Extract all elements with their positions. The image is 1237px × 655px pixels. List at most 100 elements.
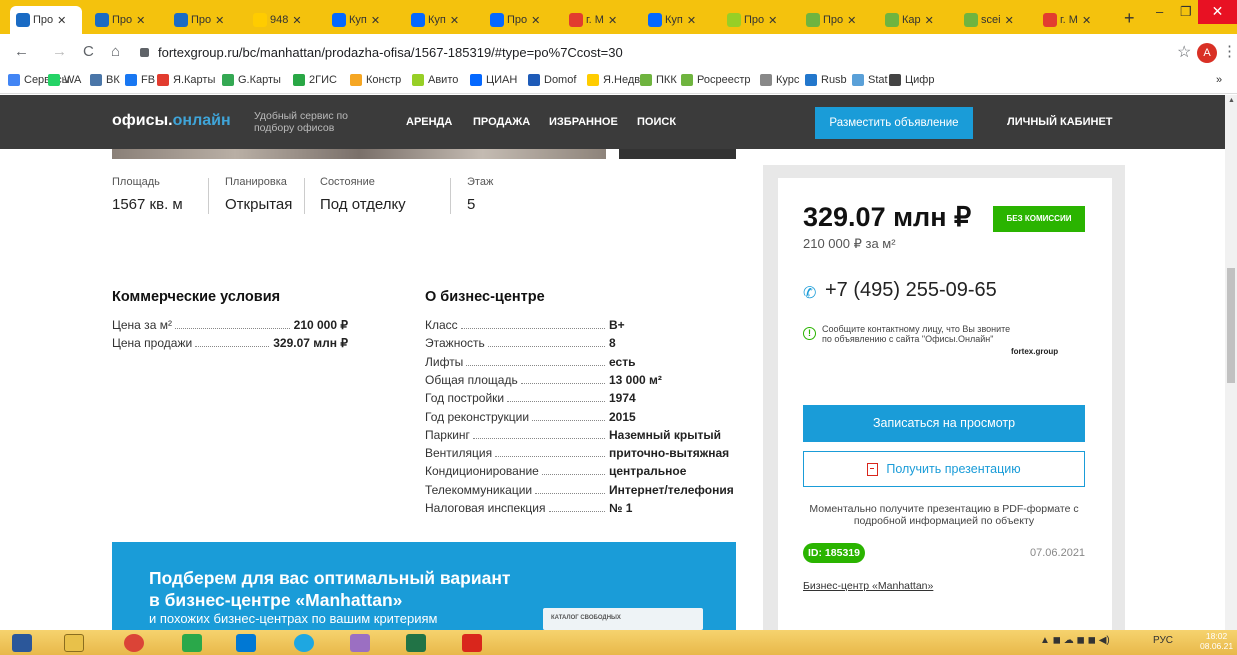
bookmark-star-icon[interactable]: ☆ [1177, 42, 1191, 62]
bookmark-item[interactable]: Авито [412, 74, 458, 86]
business-center-link[interactable]: Бизнес-центр «Manhattan» [803, 580, 933, 592]
tab-close-icon[interactable]: ✕ [1082, 14, 1091, 27]
scrollbar-thumb[interactable] [1227, 268, 1235, 383]
browser-tab[interactable]: Про ✕ [800, 6, 872, 34]
bookmark-item[interactable]: Я.Карты [157, 74, 215, 86]
bookmark-item[interactable]: Констр [350, 74, 401, 86]
personal-cabinet-link[interactable]: ЛИЧНЫЙ КАБИНЕТ [1007, 116, 1113, 128]
bookmark-item[interactable]: Domof [528, 74, 576, 86]
browser-tab[interactable]: г. М ✕ [563, 6, 635, 34]
banner-line-3: и похожих бизнес-центрах по вашим критер… [149, 611, 438, 626]
browser-tab[interactable]: Про ✕ [89, 6, 161, 34]
tab-close-icon[interactable]: ✕ [847, 14, 856, 27]
language-indicator[interactable]: РУС [1153, 635, 1173, 646]
agency-logo[interactable]: fortex.group [1011, 347, 1058, 356]
bookmark-item[interactable]: Я.Недв [587, 74, 640, 86]
spec-condition: Состояние Под отделку [320, 176, 406, 213]
tab-close-icon[interactable]: ✕ [292, 14, 301, 27]
browser-tab[interactable]: Куп ✕ [405, 6, 477, 34]
menu-dots-icon[interactable]: ⋮ [1222, 42, 1237, 60]
nav-search[interactable]: ПОИСК [637, 116, 676, 128]
close-window-button[interactable]: ✕ [1198, 0, 1237, 24]
phone-number[interactable]: +7 (495) 255-09-65 [825, 279, 997, 302]
nav-sale[interactable]: ПРОДАЖА [473, 116, 530, 128]
bookmark-item[interactable]: FB [125, 74, 155, 86]
bookmark-item[interactable]: ЦИАН [470, 74, 517, 86]
browser-tab[interactable]: Кар ✕ [879, 6, 951, 34]
bookmark-item[interactable]: Rusb [805, 74, 847, 86]
browser-tab[interactable]: Куп ✕ [326, 6, 398, 34]
taskbar-acrobat-icon[interactable] [450, 631, 494, 655]
forward-icon[interactable]: → [52, 43, 67, 60]
scroll-up-icon[interactable]: ▲ [1228, 97, 1235, 104]
bookmark-item[interactable]: Stat [852, 74, 888, 86]
bookmark-item[interactable]: ПКК [640, 74, 677, 86]
kv-row: Класс B+ [425, 318, 625, 332]
start-button[interactable] [0, 631, 44, 655]
taskbar-excel-icon[interactable] [394, 631, 438, 655]
nav-favorites[interactable]: ИЗБРАННОЕ [549, 116, 618, 128]
tab-label: 948 [270, 14, 289, 26]
browser-tab[interactable]: г. М ✕ [1037, 6, 1109, 34]
url-field[interactable]: fortexgroup.ru/bc/manhattan/prodazha-ofi… [140, 40, 1200, 64]
tab-close-icon[interactable]: ✕ [687, 14, 696, 27]
tab-close-icon[interactable]: ✕ [215, 14, 224, 27]
bookmark-icon [889, 74, 901, 86]
tab-close-icon[interactable]: ✕ [1005, 14, 1014, 27]
bookmark-item[interactable]: Цифр [889, 74, 934, 86]
bookmark-icon [90, 74, 102, 86]
bookmark-item[interactable]: 2ГИС [293, 74, 337, 86]
tab-close-icon[interactable]: ✕ [57, 14, 66, 27]
tab-close-icon[interactable]: ✕ [371, 14, 380, 27]
profile-avatar[interactable]: A [1197, 43, 1217, 63]
bookmark-item[interactable]: Курс [760, 74, 799, 86]
taskbar-ie-icon[interactable] [282, 631, 326, 655]
taskbar-outlook-icon[interactable] [224, 631, 268, 655]
tab-close-icon[interactable]: ✕ [531, 14, 540, 27]
get-presentation-button[interactable]: Получить презентацию [803, 451, 1085, 487]
taskbar-paint-icon[interactable] [338, 631, 382, 655]
new-tab-button[interactable]: + [1124, 8, 1135, 29]
site-logo[interactable]: офисы.онлайн [112, 112, 231, 130]
taskbar-explorer-icon[interactable] [52, 631, 96, 655]
browser-tab[interactable]: Куп ✕ [642, 6, 714, 34]
tab-close-icon[interactable]: ✕ [608, 14, 617, 27]
tab-close-icon[interactable]: ✕ [925, 14, 934, 27]
reload-icon[interactable]: C [83, 43, 94, 60]
browser-tab[interactable]: Про ✕ [168, 6, 240, 34]
tab-label: Про [744, 14, 765, 26]
browser-tab[interactable]: Про ✕ [10, 6, 82, 34]
tab-favicon-icon [253, 13, 267, 27]
bookmark-item[interactable]: Росреестр [681, 74, 750, 86]
book-viewing-button[interactable]: Записаться на просмотр [803, 405, 1085, 442]
post-listing-button[interactable]: Разместить объявление [815, 107, 973, 139]
bookmark-label: Stat [868, 74, 888, 86]
bookmarks-more[interactable]: » [1216, 74, 1222, 86]
banner-line-2: в бизнес-центре «Manhattan» [149, 590, 403, 610]
tab-close-icon[interactable]: ✕ [136, 14, 145, 27]
back-icon[interactable]: ← [14, 43, 29, 60]
price-per-m2: 210 000 ₽ за м² [803, 236, 896, 251]
nav-rent[interactable]: АРЕНДА [406, 116, 452, 128]
listing-id-badge: ID: 185319 [803, 543, 865, 563]
taskbar-clock[interactable]: 18:02 08.06.21 [1200, 631, 1233, 651]
tab-close-icon[interactable]: ✕ [768, 14, 777, 27]
browser-tab[interactable]: Про ✕ [721, 6, 793, 34]
browser-tab[interactable]: Про ✕ [484, 6, 556, 34]
taskbar-chrome-icon[interactable] [112, 631, 156, 655]
tab-close-icon[interactable]: ✕ [450, 14, 459, 27]
bookmark-item[interactable]: ВК [90, 74, 120, 86]
minimize-icon[interactable]: – [1156, 4, 1163, 19]
bookmark-item[interactable]: G.Карты [222, 74, 281, 86]
bookmark-item[interactable]: WA [48, 74, 81, 86]
tray-icons[interactable]: ▲ ◼ ☁ ◼ ◼ ◀) [1040, 635, 1110, 646]
tab-favicon-icon [95, 13, 109, 27]
maximize-icon[interactable]: ❐ [1180, 4, 1192, 20]
bookmark-icon [760, 74, 772, 86]
home-icon[interactable]: ⌂ [111, 43, 120, 60]
office-photo[interactable] [112, 149, 606, 159]
browser-tab[interactable]: scei ✕ [958, 6, 1030, 34]
bookmark-icon [852, 74, 864, 86]
taskbar-app-icon[interactable] [170, 631, 214, 655]
browser-tab[interactable]: 948 ✕ [247, 6, 319, 34]
